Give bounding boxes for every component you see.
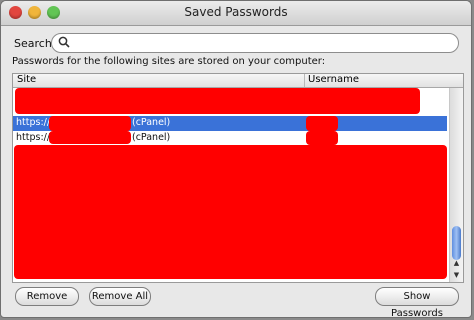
window-title: Saved Passwords <box>184 5 288 19</box>
vertical-scrollbar[interactable]: ▲ ▼ <box>449 88 463 282</box>
redacted-region <box>14 145 447 279</box>
table-row[interactable]: https:// (cPanel) <box>13 131 447 146</box>
redacted-username <box>306 131 338 145</box>
column-header-username[interactable]: Username <box>305 74 445 87</box>
site-suffix: (cPanel) <box>132 132 171 143</box>
redacted-site-name <box>49 116 131 131</box>
passwords-table[interactable]: Site Username https:// (cPanel) https://… <box>12 73 464 283</box>
site-prefix: https:// <box>16 117 51 128</box>
description-text: Passwords for the following sites are st… <box>12 56 326 67</box>
table-header: Site Username <box>13 74 463 88</box>
search-icon <box>58 36 70 48</box>
site-suffix: (cPanel) <box>132 117 171 128</box>
title-bar[interactable]: Saved Passwords <box>1 1 471 26</box>
remove-all-button[interactable]: Remove All <box>89 287 151 306</box>
redacted-region <box>15 88 420 114</box>
table-row[interactable]: https:// (cPanel) <box>13 116 447 131</box>
search-label: Search: <box>14 37 56 50</box>
search-input[interactable] <box>51 33 459 53</box>
column-header-site[interactable]: Site <box>15 74 305 87</box>
redacted-username <box>306 116 338 131</box>
scroll-up-arrow-icon[interactable]: ▲ <box>452 258 461 268</box>
show-passwords-button[interactable]: Show Passwords <box>375 287 459 317</box>
redacted-site-name <box>49 131 131 144</box>
scroll-down-arrow-icon[interactable]: ▼ <box>452 270 461 280</box>
site-prefix: https:// <box>16 132 51 143</box>
scrollbar-thumb[interactable] <box>452 226 461 260</box>
remove-button[interactable]: Remove <box>15 287 79 306</box>
saved-passwords-window: Saved Passwords Search: Passwords for th… <box>0 0 472 318</box>
